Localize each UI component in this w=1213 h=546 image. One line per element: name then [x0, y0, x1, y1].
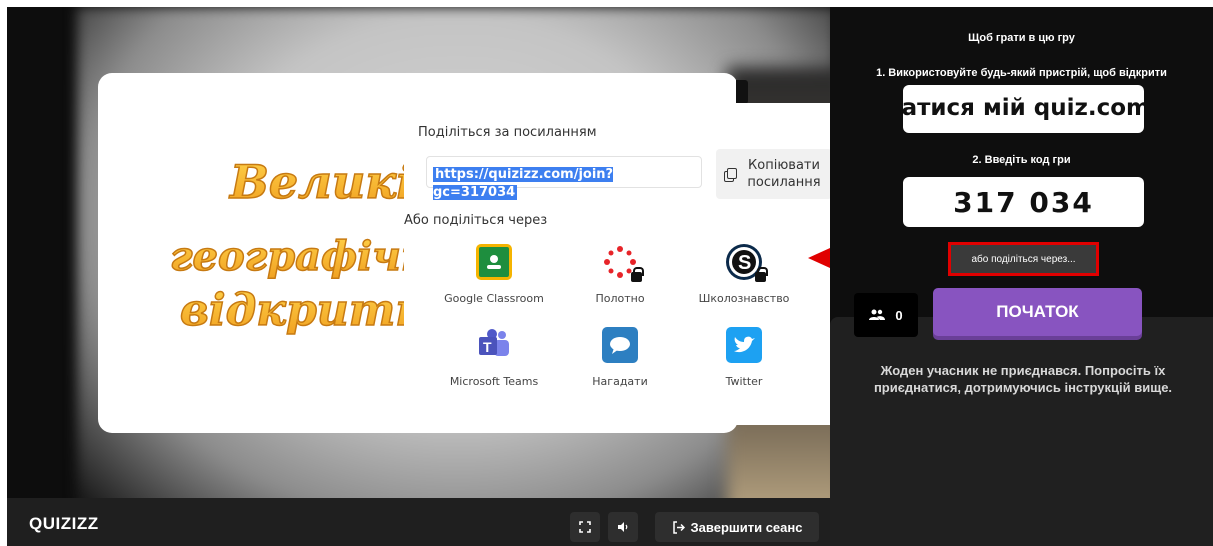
- share-link-field[interactable]: https://quizizz.com/join?gc=317034: [426, 156, 702, 200]
- share-item-label: Полотно: [595, 292, 645, 305]
- no-participants-message: Жоден учасник не приєднався. Попросіть ї…: [873, 363, 1173, 395]
- share-canvas[interactable]: Полотно: [560, 244, 680, 305]
- join-step-1: 1. Використовуйте будь-який пристрій, що…: [876, 67, 1167, 79]
- player-count-badge: 0: [854, 293, 918, 337]
- exit-icon: [672, 520, 685, 534]
- end-session-button[interactable]: Завершити сеанс: [655, 512, 819, 542]
- quizizz-logo: QUIZIZZ: [29, 514, 99, 533]
- lock-icon: [631, 267, 644, 282]
- share-via-label: або поділіться через...: [971, 253, 1076, 265]
- copy-link-label: Копіювати посилання: [747, 158, 821, 190]
- share-schoology[interactable]: S Школознавство: [684, 244, 804, 305]
- start-label: ПОЧАТОК: [996, 302, 1079, 321]
- participants-panel: [830, 317, 1213, 546]
- end-session-label: Завершити сеанс: [690, 519, 803, 535]
- svg-text:географічні: географічні: [170, 233, 410, 280]
- svg-text:S: S: [738, 252, 751, 274]
- share-link-value[interactable]: https://quizizz.com/join?gc=317034: [433, 167, 614, 200]
- game-code: 317 034: [903, 177, 1144, 227]
- share-item-label: Microsoft Teams: [449, 375, 539, 388]
- share-item-label: Twitter: [725, 375, 763, 388]
- share-remind[interactable]: Нагадати: [560, 327, 680, 388]
- join-url: приєднатися мій quiz.com: [903, 95, 1144, 121]
- sound-button[interactable]: [608, 512, 638, 542]
- cover-edge: [736, 80, 748, 104]
- schoology-icon: S: [726, 244, 768, 282]
- svg-text:Великі: Великі: [228, 155, 410, 209]
- speaker-icon: [618, 522, 628, 532]
- player-count: 0: [895, 307, 903, 323]
- svg-text:відкриття: відкриття: [180, 285, 410, 336]
- fullscreen-button[interactable]: [570, 512, 600, 542]
- share-via-button[interactable]: або поділіться через...: [948, 242, 1099, 276]
- copy-link-button[interactable]: Копіювати посилання: [716, 149, 832, 199]
- copy-icon: [724, 168, 737, 182]
- svg-text:T: T: [483, 339, 492, 355]
- share-item-label: Нагадати: [592, 375, 648, 388]
- lock-icon: [755, 267, 768, 282]
- annotation-arrow-head: [808, 248, 830, 268]
- remind-icon: [602, 327, 638, 363]
- share-item-label: Школознавство: [698, 292, 790, 305]
- microsoft-teams-icon: T: [476, 327, 512, 363]
- bottom-toolbar: QUIZIZZ Завершити сеанс: [7, 498, 830, 546]
- users-icon: [869, 309, 886, 320]
- share-microsoft-teams[interactable]: T Microsoft Teams: [434, 327, 554, 388]
- share-google-classroom[interactable]: Google Classroom: [434, 244, 554, 305]
- join-url-box: приєднатися мій quiz.com: [903, 85, 1144, 133]
- share-twitter[interactable]: Twitter: [684, 327, 804, 388]
- share-item-label: Google Classroom: [444, 292, 544, 305]
- join-sidebar: Щоб грати в цю гру 1. Використовуйте буд…: [830, 7, 1213, 546]
- cover-title-art: Великі географічні відкриття: [169, 154, 410, 337]
- share-link-title: Поділіться за посиланням: [418, 125, 597, 140]
- start-button[interactable]: ПОЧАТОК: [933, 288, 1142, 336]
- google-classroom-icon: [476, 244, 512, 280]
- share-via-title: Або поділіться через: [404, 213, 548, 228]
- canvas-icon: [602, 244, 644, 282]
- fullscreen-icon: [579, 521, 591, 533]
- join-step-2: 2. Введіть код гри: [972, 154, 1071, 166]
- join-heading: Щоб грати в цю гру: [968, 32, 1075, 44]
- twitter-icon: [726, 327, 762, 363]
- share-panel: Поділіться за посиланням https://quizizz…: [404, 103, 832, 425]
